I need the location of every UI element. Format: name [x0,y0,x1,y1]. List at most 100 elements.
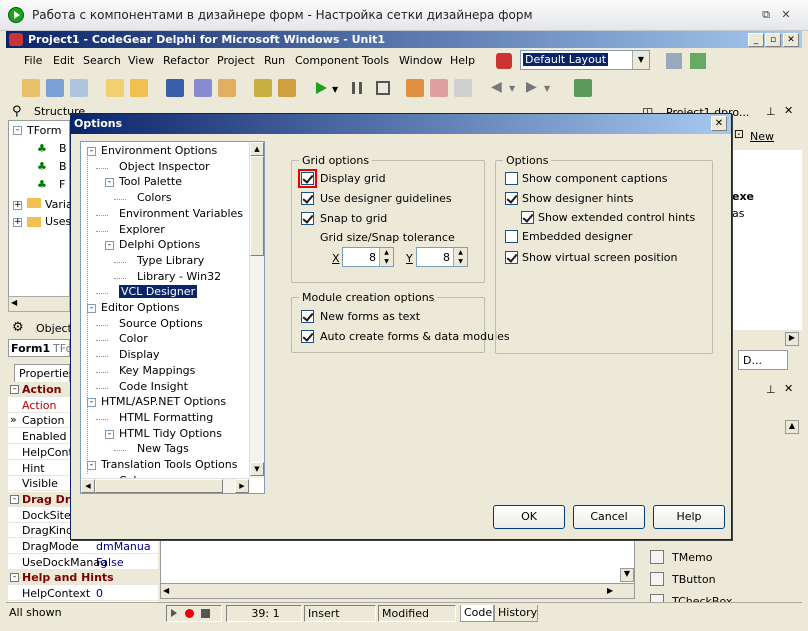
restore-icon[interactable]: ⧉ [760,9,772,21]
property-row[interactable]: HelpContext 0 [8,586,158,602]
designer-guidelines-label[interactable]: Use designer guidelines [320,192,452,205]
tree-expander[interactable]: - [105,429,114,439]
options-tree-item[interactable]: Code Insight [119,380,188,393]
menu-run[interactable]: Run [264,54,285,67]
auto-create-forms-label[interactable]: Auto create forms & data modules [320,330,510,343]
play-macro-icon[interactable] [171,609,177,617]
options-tree-item[interactable]: Explorer [119,223,165,236]
editor-hscrollbar[interactable]: ◀ ▶ [160,583,635,599]
snap-to-grid-label[interactable]: Snap to grid [320,212,387,225]
ok-button[interactable]: OK [493,505,565,529]
snap-to-grid-checkbox[interactable] [301,212,314,225]
layout-select[interactable]: Default Layout ▼ [520,50,650,70]
structure-hscrollbar[interactable]: ◀ [8,296,70,312]
scroll-right-icon[interactable]: ▶ [607,586,613,595]
tree-expander[interactable]: - [87,398,96,408]
save-all-icon[interactable] [194,79,212,97]
run-dropdown-icon[interactable]: ▼ [332,85,338,94]
record-macro-icon[interactable] [185,609,194,618]
property-category[interactable]: - Help and Hints [8,570,158,586]
program-reset-icon[interactable] [376,81,390,95]
tree-expander[interactable]: - [87,147,96,156]
expand-toggle[interactable]: + [13,201,22,210]
back-icon[interactable]: ◀ [491,79,502,95]
menu-file[interactable]: File [24,54,42,67]
options-tree-item[interactable]: HTML/ASP.NET Options [101,395,226,408]
collapse-icon[interactable]: - [10,573,19,583]
virtual-position-label[interactable]: Show virtual screen position [522,251,677,264]
menu-edit[interactable]: Edit [53,54,74,67]
grid-y-spinner[interactable]: 8 ▲ ▼ [416,247,468,267]
stop-macro-icon[interactable] [201,609,210,618]
extended-hints-label[interactable]: Show extended control hints [538,211,695,224]
extended-hints-checkbox[interactable] [521,211,534,224]
menu-search[interactable]: Search [83,54,121,67]
menu-tools[interactable]: Tools [362,54,389,67]
show-hints-checkbox[interactable] [505,192,518,205]
project-item[interactable]: exe [732,190,754,203]
project-tree[interactable]: exe as [732,150,802,330]
collapse-icon[interactable]: - [10,494,19,504]
options-tree-item[interactable]: Source Options [119,317,203,330]
structure-tree[interactable]: - TForm ♣ B ♣ B ♣ F + Varia + Uses [8,120,73,298]
scroll-left-icon[interactable]: ◀ [11,298,17,307]
structure-node-uses[interactable]: Uses [45,215,71,228]
options-tree-item[interactable]: New Tags [137,442,189,455]
open-icon[interactable] [130,79,148,97]
scroll-right-icon[interactable]: ▶ [235,479,249,493]
structure-node-label[interactable]: B [59,142,67,155]
project-item[interactable]: as [732,207,744,220]
forward-dropdown-icon[interactable]: ▼ [544,84,550,93]
tree-expander[interactable]: - [105,241,114,251]
property-row[interactable]: UseDockManag False [8,555,158,570]
options-tree-item[interactable]: Environment Options [101,144,217,157]
close-icon[interactable]: ✕ [784,382,793,395]
structure-node-label[interactable]: B [59,160,67,173]
add-to-project-icon[interactable] [254,79,272,97]
tab-data-explorer[interactable]: D... [738,350,788,370]
structure-node-variables[interactable]: Varia [45,198,73,211]
property-value[interactable]: False [96,556,124,569]
tab-properties[interactable]: Properties [14,364,75,382]
new-items-icon[interactable] [106,79,124,97]
step-over-icon[interactable] [430,79,448,97]
new-forms-as-text-checkbox[interactable] [301,310,314,323]
tree-expander[interactable]: - [105,178,114,188]
tab-code[interactable]: Code [460,605,494,622]
structure-node[interactable]: ♣ [37,178,47,191]
options-tree-item[interactable]: Editor Options [101,301,180,314]
show-captions-label[interactable]: Show component captions [522,172,667,185]
trace-into-icon[interactable] [406,79,424,97]
new-icon[interactable] [22,79,40,97]
structure-node[interactable]: ♣ [37,142,47,155]
open-project-folder-icon[interactable] [218,79,236,97]
structure-node-label[interactable]: F [59,178,65,191]
menu-view[interactable]: View [128,54,154,67]
close-icon[interactable]: ✕ [780,9,792,21]
spin-arrows-icon[interactable]: ▲ ▼ [379,248,393,266]
minimize-button[interactable]: _ [748,33,764,47]
options-tree-item[interactable]: Translation Tools Options [101,458,237,471]
step-icon[interactable] [454,79,472,97]
scroll-left-icon[interactable]: ◀ [81,479,95,493]
maximize-button[interactable]: ▫ [765,33,781,47]
options-tree-item[interactable]: Delphi Options [119,238,200,251]
menu-project[interactable]: Project [217,54,255,67]
designer-guidelines-checkbox[interactable] [301,192,314,205]
help-button[interactable]: Help [653,505,725,529]
close-icon[interactable]: ✕ [784,104,793,117]
pin-icon[interactable]: ⊥ [766,383,776,396]
options-tree-item[interactable]: HTML Formatting [119,411,213,424]
tree-vscrollbar[interactable]: ▲ ▼ [249,142,264,478]
menu-component[interactable]: Component [295,54,359,67]
new-form-icon[interactable] [70,79,88,97]
scroll-right-icon[interactable]: ▶ [785,332,799,346]
close-button[interactable]: ✕ [783,33,799,47]
help-contents-icon[interactable] [574,79,592,97]
new-forms-as-text-label[interactable]: New forms as text [320,310,420,323]
options-tree-item[interactable]: VCL Designer [119,285,198,299]
embedded-designer-label[interactable]: Embedded designer [522,230,632,243]
forward-icon[interactable]: ▶ [526,79,537,95]
embedded-designer-checkbox[interactable] [505,230,518,243]
property-row[interactable]: DragMode dmManua [8,539,158,554]
